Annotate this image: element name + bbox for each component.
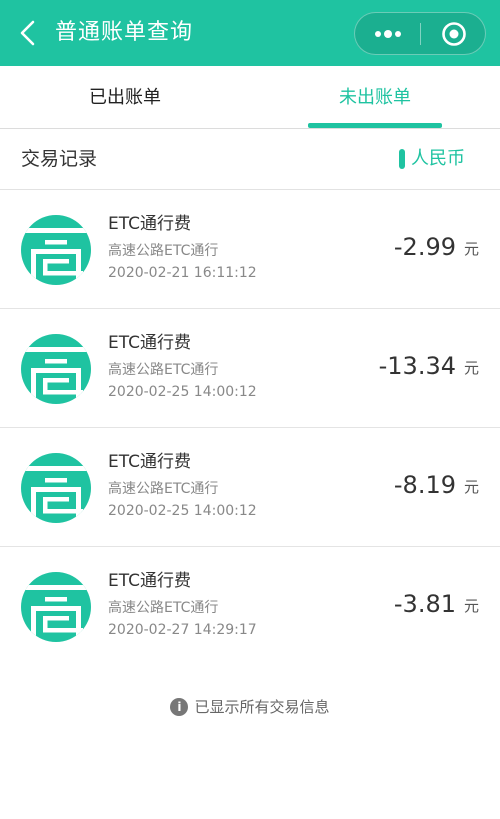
section-title: 交易记录 xyxy=(21,148,98,170)
transaction-header: 交易记录 人民币 xyxy=(0,129,500,190)
transaction-time: 2020-02-25 14:00:12 xyxy=(108,503,257,519)
transaction-list: ETC通行费 高速公路ETC通行 2020-02-21 16:11:12 -2.… xyxy=(0,190,500,666)
mini-program-capsule xyxy=(354,12,486,55)
active-tab-indicator xyxy=(308,123,442,128)
amount-unit: 元 xyxy=(463,359,479,377)
close-mini-program-button[interactable] xyxy=(421,13,487,54)
transaction-title: ETC通行费 xyxy=(108,214,191,234)
tab-unissued-bills[interactable]: 未出账单 xyxy=(250,66,500,128)
highway-logo-icon xyxy=(21,334,91,404)
transaction-subtitle: 高速公路ETC通行 xyxy=(108,362,219,378)
currency-label: 人民币 xyxy=(411,148,465,169)
chevron-left-icon xyxy=(20,20,35,46)
transaction-time: 2020-02-25 14:00:12 xyxy=(108,384,257,400)
currency-marker xyxy=(399,149,405,169)
transaction-amount: -8.19 xyxy=(393,471,456,499)
transaction-time: 2020-02-21 16:11:12 xyxy=(108,265,257,281)
transaction-subtitle: 高速公路ETC通行 xyxy=(108,600,219,616)
more-dots-icon xyxy=(375,29,401,38)
amount-unit: 元 xyxy=(463,597,479,615)
info-icon: i xyxy=(170,698,189,716)
transaction-amount: -3.81 xyxy=(393,590,456,618)
transaction-time: 2020-02-27 14:29:17 xyxy=(108,622,257,638)
transaction-amount: -13.34 xyxy=(378,352,456,380)
title-bar: 普通账单查询 xyxy=(0,0,500,66)
bill-tabs: 已出账单 未出账单 xyxy=(0,66,500,129)
highway-logo-icon xyxy=(21,572,91,642)
transaction-subtitle: 高速公路ETC通行 xyxy=(108,243,219,259)
currency-selector[interactable]: 人民币 xyxy=(399,147,465,171)
end-of-list-note: i 已显示所有交易信息 xyxy=(0,694,500,720)
transaction-amount: -2.99 xyxy=(393,233,456,261)
transaction-row[interactable]: ETC通行费 高速公路ETC通行 2020-02-27 14:29:17 -3.… xyxy=(0,547,500,666)
transaction-row[interactable]: ETC通行费 高速公路ETC通行 2020-02-25 14:00:12 -13… xyxy=(0,309,500,428)
amount-unit: 元 xyxy=(463,240,479,258)
transaction-row[interactable]: ETC通行费 高速公路ETC通行 2020-02-25 14:00:12 -8.… xyxy=(0,428,500,547)
highway-logo-icon xyxy=(21,215,91,285)
tab-issued-bills[interactable]: 已出账单 xyxy=(0,66,250,128)
transaction-title: ETC通行费 xyxy=(108,571,191,591)
end-of-list-text: 已显示所有交易信息 xyxy=(194,698,330,716)
transaction-subtitle: 高速公路ETC通行 xyxy=(108,481,219,497)
page-title: 普通账单查询 xyxy=(55,20,194,45)
more-menu-button[interactable] xyxy=(355,13,421,54)
amount-unit: 元 xyxy=(463,478,479,496)
transaction-row[interactable]: ETC通行费 高速公路ETC通行 2020-02-21 16:11:12 -2.… xyxy=(0,190,500,309)
transaction-title: ETC通行费 xyxy=(108,333,191,353)
target-circle-icon xyxy=(442,21,466,46)
highway-logo-icon xyxy=(21,453,91,523)
transaction-title: ETC通行费 xyxy=(108,452,191,472)
back-button[interactable] xyxy=(14,16,44,50)
